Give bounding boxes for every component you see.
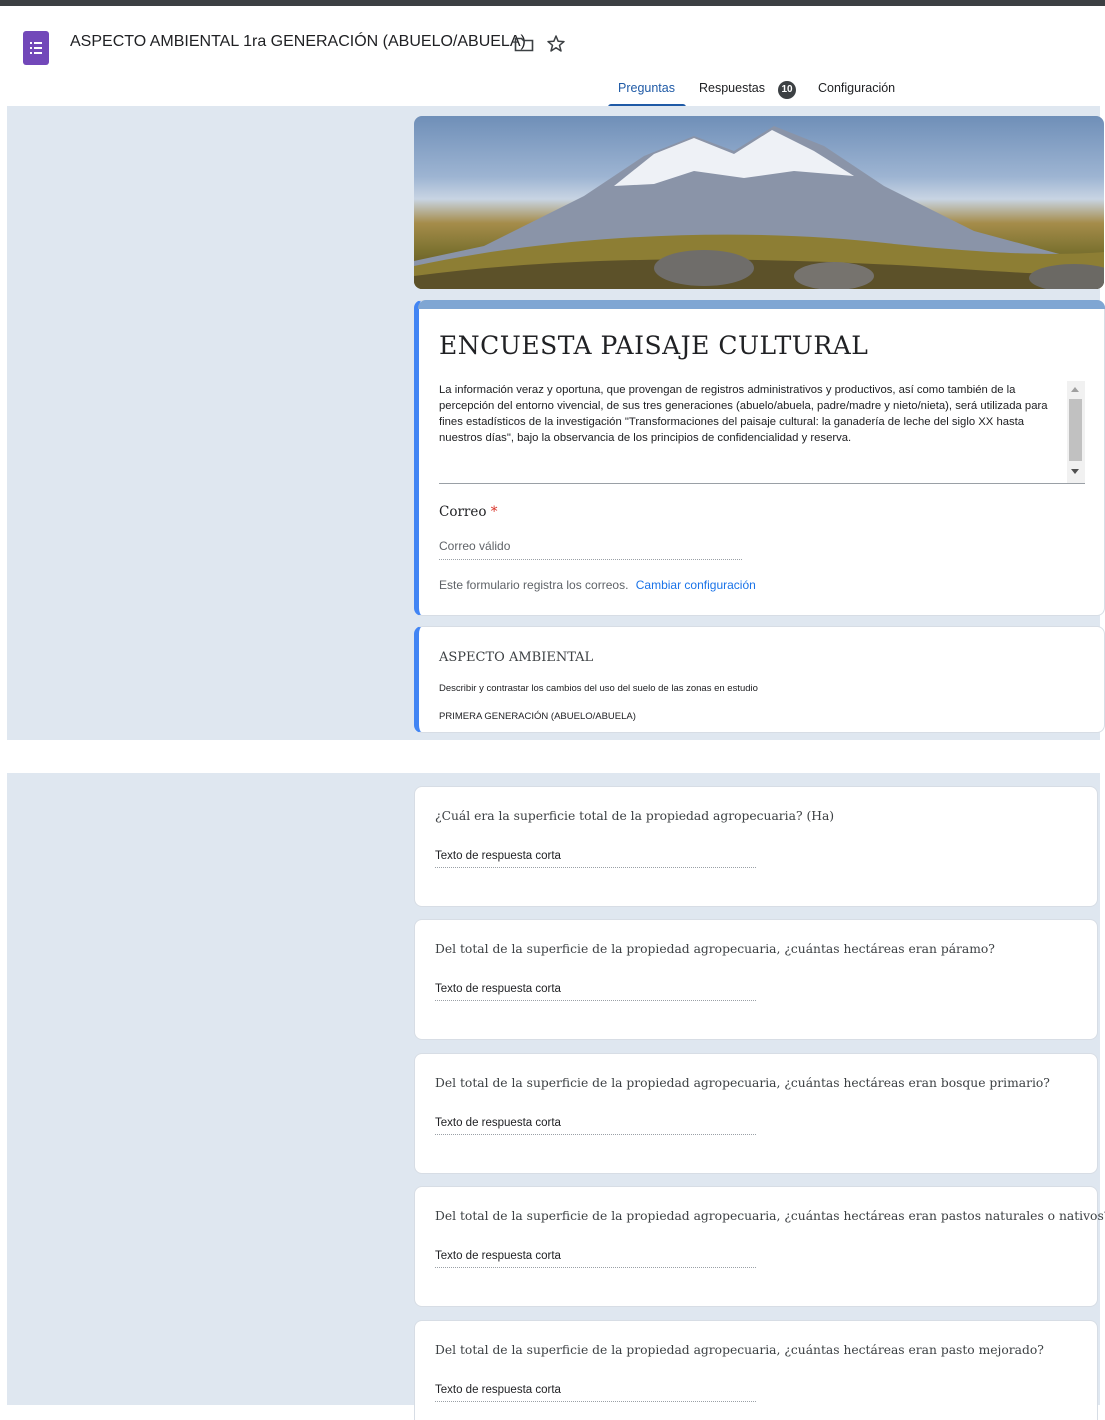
question-card[interactable]: Del total de la superficie de la propied… bbox=[414, 1053, 1098, 1174]
tab-configuracion[interactable]: Configuración bbox=[818, 81, 895, 95]
section-title[interactable]: ASPECTO AMBIENTAL bbox=[439, 650, 593, 665]
short-answer-input[interactable]: Texto de respuesta corta bbox=[435, 983, 756, 1001]
form-header-card[interactable]: ENCUESTA PAISAJE CULTURAL La información… bbox=[414, 300, 1105, 616]
change-settings-link[interactable]: Cambiar configuración bbox=[636, 578, 756, 592]
section-card[interactable]: ASPECTO AMBIENTAL Describir y contrastar… bbox=[414, 626, 1105, 733]
question-card[interactable]: Del total de la superficie de la propied… bbox=[414, 1320, 1098, 1420]
card-accent-bar bbox=[418, 300, 1105, 309]
short-answer-input[interactable]: Texto de respuesta corta bbox=[435, 1117, 756, 1135]
question-card[interactable]: ¿Cuál era la superficie total de la prop… bbox=[414, 786, 1098, 907]
google-forms-icon[interactable] bbox=[23, 31, 49, 65]
question-card[interactable]: Del total de la superficie de la propied… bbox=[414, 1186, 1105, 1307]
star-icon[interactable] bbox=[546, 34, 566, 54]
tab-respuestas[interactable]: Respuestas bbox=[699, 81, 765, 95]
scrollbar-thumb[interactable] bbox=[1069, 399, 1082, 461]
scroll-down-arrow-icon[interactable] bbox=[1071, 469, 1079, 474]
question-title[interactable]: Del total de la superficie de la propied… bbox=[435, 1209, 1105, 1223]
short-answer-input[interactable]: Texto de respuesta corta bbox=[435, 1250, 756, 1268]
document-title[interactable]: ASPECTO AMBIENTAL 1ra GENERACIÓN (ABUELO… bbox=[70, 33, 526, 51]
email-collection-note: Este formulario registra los correos. Ca… bbox=[439, 578, 756, 592]
divider bbox=[439, 483, 1085, 484]
header-banner-image bbox=[414, 116, 1104, 289]
email-field[interactable]: Correo válido bbox=[439, 539, 742, 560]
question-title[interactable]: Del total de la superficie de la propied… bbox=[435, 1076, 1050, 1090]
form-title[interactable]: ENCUESTA PAISAJE CULTURAL bbox=[439, 331, 868, 360]
responses-count-badge: 10 bbox=[778, 81, 796, 99]
section-description[interactable]: Describir y contrastar los cambios del u… bbox=[439, 683, 758, 694]
scroll-up-arrow-icon[interactable] bbox=[1071, 387, 1079, 392]
question-title[interactable]: ¿Cuál era la superficie total de la prop… bbox=[435, 809, 834, 823]
app-header: ASPECTO AMBIENTAL 1ra GENERACIÓN (ABUELO… bbox=[0, 6, 1105, 107]
question-title[interactable]: Del total de la superficie de la propied… bbox=[435, 942, 995, 956]
tab-preguntas[interactable]: Preguntas bbox=[618, 81, 675, 95]
question-title[interactable]: Del total de la superficie de la propied… bbox=[435, 1343, 1044, 1357]
form-description[interactable]: La información veraz y oportuna, que pro… bbox=[439, 382, 1064, 446]
short-answer-input[interactable]: Texto de respuesta corta bbox=[435, 850, 756, 868]
section-generation-label[interactable]: PRIMERA GENERACIÓN (ABUELO/ABUELA) bbox=[439, 711, 636, 722]
email-field-label: Correo * bbox=[439, 504, 498, 520]
question-card[interactable]: Del total de la superficie de la propied… bbox=[414, 919, 1098, 1040]
short-answer-input[interactable]: Texto de respuesta corta bbox=[435, 1384, 756, 1402]
required-asterisk: * bbox=[490, 504, 498, 520]
folder-icon[interactable] bbox=[514, 36, 534, 52]
